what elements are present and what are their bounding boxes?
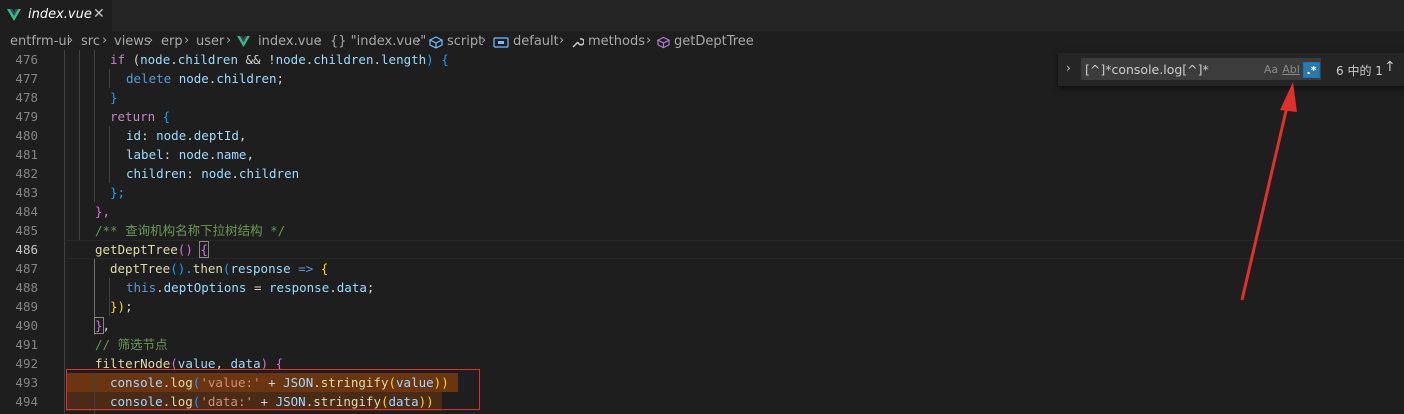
code-line-482: children: node.children bbox=[126, 166, 300, 181]
code-line-491: // 筛选节点 bbox=[95, 337, 168, 352]
current-line-highlight bbox=[66, 240, 1404, 259]
line-number: 493 bbox=[15, 375, 38, 390]
tab-title: index.vue bbox=[28, 7, 92, 22]
chevron-right-icon: › bbox=[184, 33, 190, 48]
code-line-478: } bbox=[110, 90, 118, 105]
chevron-right-icon: › bbox=[317, 33, 323, 48]
line-number: 487 bbox=[15, 261, 38, 276]
indent-guide bbox=[94, 50, 95, 202]
method-icon bbox=[657, 36, 670, 49]
tab-bar: index.vue ✕ bbox=[0, 0, 1404, 31]
breadcrumb-item[interactable]: entfrm-ui bbox=[10, 34, 70, 49]
indent-guide bbox=[109, 126, 110, 183]
regex-toggle[interactable]: .* bbox=[1303, 62, 1320, 78]
find-widget: › [^]*console.log[^]* Aa Abl .* 6 中的 1 ↑ bbox=[1058, 53, 1404, 86]
annotation-box bbox=[66, 369, 480, 410]
line-number-gutter: 476 477 478 479 480 481 482 483 484 485 … bbox=[0, 50, 48, 414]
breadcrumb-item[interactable]: methods bbox=[588, 34, 645, 49]
line-number: 477 bbox=[15, 71, 38, 86]
code-line-476: if (node.children && !node.children.leng… bbox=[110, 52, 449, 67]
previous-match-icon[interactable]: ↑ bbox=[1384, 59, 1396, 75]
breadcrumb-item[interactable]: user bbox=[196, 34, 224, 49]
code-line-489: }); bbox=[110, 299, 133, 314]
breadcrumb-item[interactable]: script bbox=[447, 34, 483, 49]
toggle-replace-chevron-icon[interactable]: › bbox=[1066, 61, 1071, 75]
module-icon bbox=[493, 37, 509, 48]
breadcrumb-item[interactable]: default bbox=[513, 34, 559, 49]
line-number: 494 bbox=[15, 394, 38, 409]
code-line-490: }, bbox=[94, 317, 111, 334]
breadcrumb-item[interactable]: src bbox=[81, 34, 100, 49]
line-number: 489 bbox=[15, 299, 38, 314]
indent-guide bbox=[64, 50, 65, 414]
code-editor[interactable]: 476 477 478 479 480 481 482 483 484 485 … bbox=[0, 50, 1404, 414]
breadcrumb-item[interactable]: erp bbox=[161, 34, 183, 49]
line-number: 479 bbox=[15, 109, 38, 124]
line-number: 483 bbox=[15, 185, 38, 200]
line-number: 480 bbox=[15, 128, 38, 143]
tab-index-vue[interactable]: index.vue ✕ bbox=[0, 0, 112, 31]
code-line-479: return { bbox=[110, 109, 171, 124]
chevron-right-icon: › bbox=[481, 33, 487, 48]
breadcrumb-item[interactable]: getDeptTree bbox=[674, 34, 754, 49]
match-case-toggle[interactable]: Aa bbox=[1262, 62, 1280, 78]
code-line-487: deptTree().then(response => { bbox=[110, 261, 329, 276]
match-count: 6 中的 1 bbox=[1336, 64, 1383, 78]
line-number: 492 bbox=[15, 356, 38, 371]
vue-icon bbox=[7, 9, 21, 21]
code-line-481: label: node.name, bbox=[126, 147, 254, 162]
line-number: 478 bbox=[15, 90, 38, 105]
code-line-483: }; bbox=[110, 185, 126, 200]
line-number: 491 bbox=[15, 337, 38, 352]
code-line-484: }, bbox=[95, 204, 111, 219]
line-number: 482 bbox=[15, 166, 38, 181]
breadcrumb-item[interactable]: index.vue bbox=[258, 34, 322, 49]
chevron-right-icon: › bbox=[102, 33, 108, 48]
indent-guide bbox=[109, 69, 110, 88]
line-number: 481 bbox=[15, 147, 38, 162]
wrench-icon bbox=[572, 38, 584, 48]
line-number-active: 486 bbox=[15, 242, 38, 257]
line-number: 484 bbox=[15, 204, 38, 219]
chevron-right-icon: › bbox=[148, 33, 154, 48]
find-input[interactable]: [^]*console.log[^]* Aa Abl .* bbox=[1081, 58, 1321, 80]
chevron-right-icon: › bbox=[646, 33, 652, 48]
chevron-right-icon: › bbox=[68, 33, 74, 48]
line-number: 488 bbox=[15, 280, 38, 295]
code-line-480: id: node.deptId, bbox=[126, 128, 247, 143]
cube-icon bbox=[429, 36, 443, 49]
find-query: [^]*console.log[^]* bbox=[1085, 62, 1209, 77]
code-line-486: getDeptTree() { bbox=[95, 241, 209, 258]
code-line-477: delete node.children; bbox=[126, 71, 285, 86]
code-line-488: this.deptOptions = response.data; bbox=[126, 280, 375, 295]
breadcrumb-item[interactable]: views bbox=[114, 34, 151, 49]
close-icon[interactable]: ✕ bbox=[93, 6, 105, 22]
indent-guide bbox=[79, 50, 80, 240]
code-line-485: /** 查询机构名称下拉树结构 */ bbox=[95, 223, 286, 238]
chevron-right-icon: › bbox=[416, 33, 422, 48]
whole-word-toggle[interactable]: Abl bbox=[1282, 62, 1300, 78]
line-number: 476 bbox=[15, 52, 38, 67]
vue-icon bbox=[237, 36, 250, 47]
line-number: 485 bbox=[15, 223, 38, 238]
breadcrumb-item[interactable]: {} "index.vue" bbox=[330, 34, 426, 49]
line-number: 490 bbox=[15, 318, 38, 333]
chevron-right-icon: › bbox=[226, 33, 232, 48]
chevron-right-icon: › bbox=[559, 33, 565, 48]
